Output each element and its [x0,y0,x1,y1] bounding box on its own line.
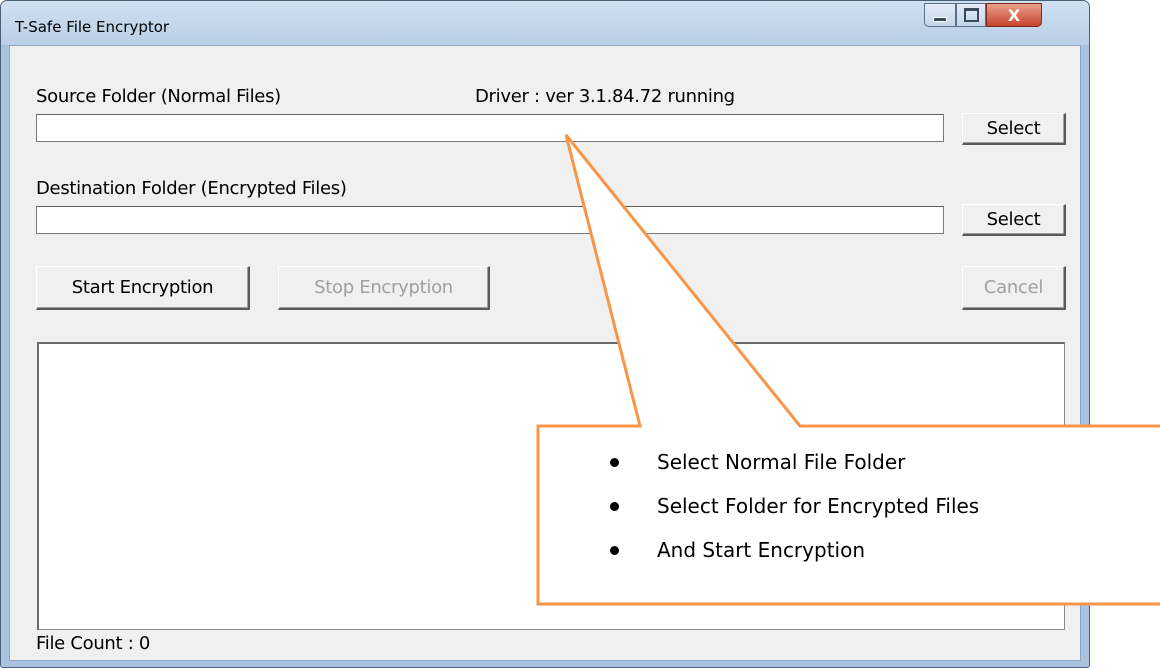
callout-item: Select Normal File Folder [604,440,979,484]
callout-shape [536,134,1160,606]
callout-list: Select Normal File Folder Select Folder … [604,440,979,572]
callout-item: Select Folder for Encrypted Files [604,484,979,528]
callout-item-text: Select Normal File Folder [657,450,906,474]
bullet-icon [610,501,619,511]
callout-item-text: And Start Encryption [657,538,865,562]
callout-item-text: Select Folder for Encrypted Files [657,494,980,518]
bullet-icon [610,545,619,555]
callout-item: And Start Encryption [604,528,979,572]
bullet-icon [610,457,619,467]
